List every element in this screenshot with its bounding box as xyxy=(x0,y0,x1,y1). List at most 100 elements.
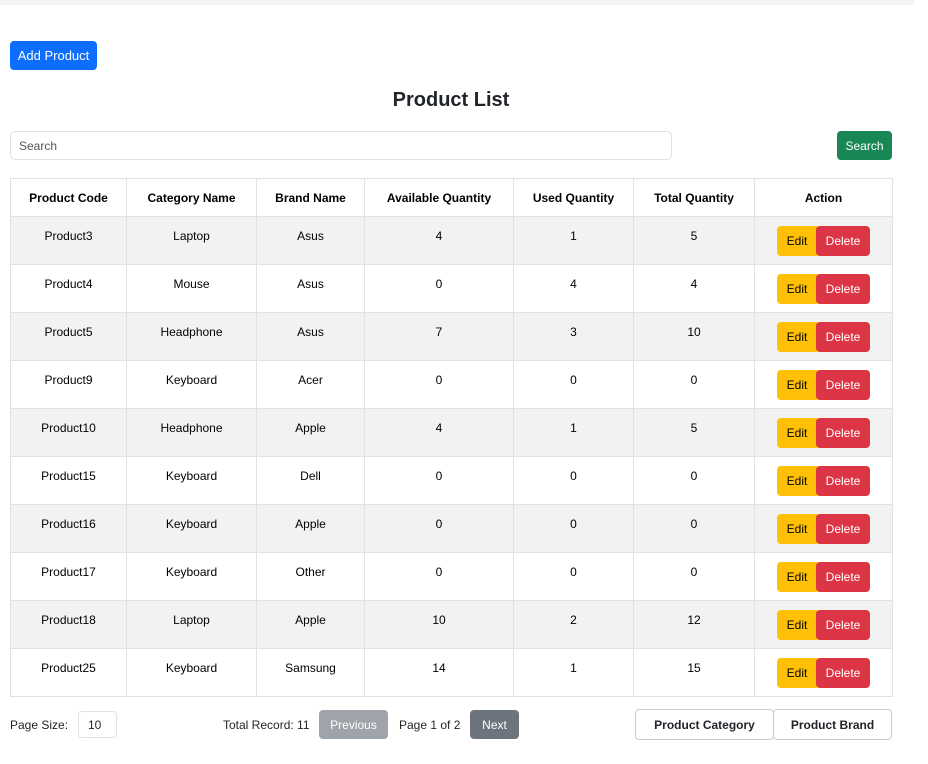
table-row: Product5 Headphone Asus 7 3 10 Edit Delete xyxy=(10,312,893,361)
cell-used-quantity: 0 xyxy=(513,456,634,505)
delete-button[interactable]: Delete xyxy=(816,562,870,592)
table-row: Product3 Laptop Asus 4 1 5 Edit Delete xyxy=(10,216,893,265)
cell-brand-name: Dell xyxy=(256,456,365,505)
delete-button[interactable]: Delete xyxy=(816,274,870,304)
cell-available-quantity: 4 xyxy=(364,408,514,457)
cell-category-name: Laptop xyxy=(126,600,257,649)
cell-available-quantity: 0 xyxy=(364,552,514,601)
cell-action: Edit Delete xyxy=(754,600,893,649)
cell-category-name: Mouse xyxy=(126,264,257,313)
table-row: Product9 Keyboard Acer 0 0 0 Edit Delete xyxy=(10,360,893,409)
cell-used-quantity: 4 xyxy=(513,264,634,313)
delete-button[interactable]: Delete xyxy=(816,322,870,352)
cell-product-code: Product15 xyxy=(10,456,127,505)
column-header-category-name: Category Name xyxy=(126,178,257,217)
delete-button[interactable]: Delete xyxy=(816,370,870,400)
edit-button[interactable]: Edit xyxy=(777,226,817,256)
delete-button[interactable]: Delete xyxy=(816,514,870,544)
previous-page-button[interactable]: Previous xyxy=(319,710,388,739)
search-button[interactable]: Search xyxy=(837,131,892,160)
cell-available-quantity: 10 xyxy=(364,600,514,649)
edit-button[interactable]: Edit xyxy=(777,562,817,592)
column-header-brand-name: Brand Name xyxy=(256,178,365,217)
cell-product-code: Product25 xyxy=(10,648,127,697)
table-row: Product16 Keyboard Apple 0 0 0 Edit Delete xyxy=(10,504,893,553)
delete-button[interactable]: Delete xyxy=(816,466,870,496)
cell-product-code: Product17 xyxy=(10,552,127,601)
edit-button[interactable]: Edit xyxy=(777,610,817,640)
cell-brand-name: Asus xyxy=(256,216,365,265)
column-header-available-quantity: Available Quantity xyxy=(364,178,514,217)
cell-action: Edit Delete xyxy=(754,312,893,361)
edit-button[interactable]: Edit xyxy=(777,418,817,448)
cell-used-quantity: 0 xyxy=(513,504,634,553)
cell-available-quantity: 0 xyxy=(364,504,514,553)
cell-brand-name: Other xyxy=(256,552,365,601)
cell-total-quantity: 12 xyxy=(633,600,755,649)
cell-total-quantity: 10 xyxy=(633,312,755,361)
edit-button[interactable]: Edit xyxy=(777,466,817,496)
delete-button[interactable]: Delete xyxy=(816,226,870,256)
cell-action: Edit Delete xyxy=(754,360,893,409)
table-row: Product18 Laptop Apple 10 2 12 Edit Delete xyxy=(10,600,893,649)
table-row: Product25 Keyboard Samsung 14 1 15 Edit Delete xyxy=(10,648,893,697)
table-row: Product4 Mouse Asus 0 4 4 Edit Delete xyxy=(10,264,893,313)
edit-button[interactable]: Edit xyxy=(777,514,817,544)
cell-used-quantity: 1 xyxy=(513,408,634,457)
cell-available-quantity: 0 xyxy=(364,264,514,313)
cell-brand-name: Asus xyxy=(256,312,365,361)
table-row: Product10 Headphone Apple 4 1 5 Edit Delete xyxy=(10,408,893,457)
table-row: Product15 Keyboard Dell 0 0 0 Edit Delete xyxy=(10,456,893,505)
column-header-action: Action xyxy=(754,178,893,217)
next-page-button[interactable]: Next xyxy=(470,710,519,739)
cell-total-quantity: 0 xyxy=(633,360,755,409)
cell-action: Edit Delete xyxy=(754,552,893,601)
cell-product-code: Product18 xyxy=(10,600,127,649)
cell-available-quantity: 0 xyxy=(364,456,514,505)
delete-button[interactable]: Delete xyxy=(816,418,870,448)
page-size-input[interactable] xyxy=(78,711,117,738)
edit-button[interactable]: Edit xyxy=(777,322,817,352)
cell-product-code: Product10 xyxy=(10,408,127,457)
cell-total-quantity: 0 xyxy=(633,552,755,601)
cell-used-quantity: 3 xyxy=(513,312,634,361)
cell-category-name: Laptop xyxy=(126,216,257,265)
cell-action: Edit Delete xyxy=(754,504,893,553)
cell-category-name: Keyboard xyxy=(126,360,257,409)
cell-product-code: Product16 xyxy=(10,504,127,553)
cell-total-quantity: 0 xyxy=(633,456,755,505)
page-info-text: Page 1 of 2 xyxy=(399,718,461,732)
edit-button[interactable]: Edit xyxy=(777,658,817,688)
cell-total-quantity: 4 xyxy=(633,264,755,313)
cell-used-quantity: 1 xyxy=(513,216,634,265)
cell-total-quantity: 0 xyxy=(633,504,755,553)
cell-product-code: Product4 xyxy=(10,264,127,313)
cell-category-name: Keyboard xyxy=(126,504,257,553)
cell-product-code: Product3 xyxy=(10,216,127,265)
cell-category-name: Keyboard xyxy=(126,456,257,505)
search-input[interactable] xyxy=(10,131,672,160)
cell-brand-name: Apple xyxy=(256,408,365,457)
product-brand-button[interactable]: Product Brand xyxy=(773,709,892,740)
delete-button[interactable]: Delete xyxy=(816,610,870,640)
page-title: Product List xyxy=(392,89,510,111)
cell-total-quantity: 5 xyxy=(633,408,755,457)
total-record-text: Total Record: 11 xyxy=(223,718,310,732)
cell-product-code: Product5 xyxy=(10,312,127,361)
product-category-button[interactable]: Product Category xyxy=(635,709,774,740)
cell-action: Edit Delete xyxy=(754,264,893,313)
cell-available-quantity: 14 xyxy=(364,648,514,697)
edit-button[interactable]: Edit xyxy=(777,370,817,400)
edit-button[interactable]: Edit xyxy=(777,274,817,304)
cell-category-name: Keyboard xyxy=(126,552,257,601)
delete-button[interactable]: Delete xyxy=(816,658,870,688)
cell-category-name: Headphone xyxy=(126,312,257,361)
cell-used-quantity: 0 xyxy=(513,552,634,601)
column-header-used-quantity: Used Quantity xyxy=(513,178,634,217)
cell-brand-name: Apple xyxy=(256,504,365,553)
cell-used-quantity: 1 xyxy=(513,648,634,697)
cell-total-quantity: 5 xyxy=(633,216,755,265)
cell-product-code: Product9 xyxy=(10,360,127,409)
add-product-button[interactable]: Add Product xyxy=(10,41,97,70)
cell-available-quantity: 4 xyxy=(364,216,514,265)
